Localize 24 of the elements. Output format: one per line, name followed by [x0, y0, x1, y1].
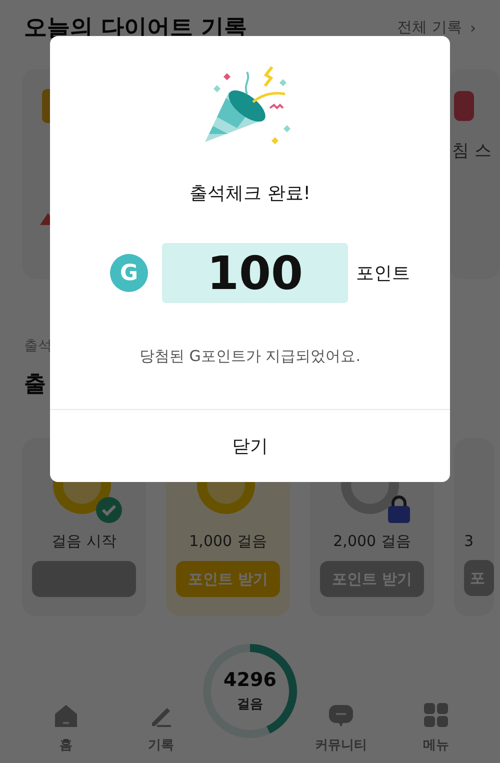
point-badge-icon: G: [110, 254, 148, 292]
chat-icon: [328, 702, 354, 728]
nav-tab[interactable]: 커뮤니티: [301, 693, 381, 763]
nav-tab[interactable]: 메뉴: [396, 693, 476, 763]
step-label: 3: [464, 532, 474, 550]
point-amount: 100: [162, 243, 348, 303]
grid-icon: [423, 702, 449, 728]
step-label: 2,000 걸음: [333, 532, 411, 551]
nav-tab[interactable]: 기록: [121, 693, 201, 763]
nav-tab[interactable]: 홈: [26, 693, 106, 763]
chevron-icon: ›: [470, 18, 476, 36]
step-label: 1,000 걸음: [189, 532, 267, 551]
dialog-title: 출석체크 완료!: [190, 182, 310, 205]
section-title: 출: [24, 371, 46, 399]
step-count: 4296: [224, 669, 276, 691]
record-label: 침 스: [452, 140, 492, 162]
claim-button[interactable]: 포인트 받기: [176, 561, 280, 597]
dialog-message: 당첨된 G포인트가 지급되었어요.: [140, 347, 360, 366]
view-all-link[interactable]: 전체 기록 ›: [397, 18, 476, 37]
point-unit: 포인트: [356, 262, 410, 285]
close-button[interactable]: 닫기: [50, 410, 450, 482]
step-label: 걸음 시작: [52, 532, 116, 551]
home-icon: [53, 702, 79, 728]
step-unit: 걸음: [237, 696, 263, 713]
